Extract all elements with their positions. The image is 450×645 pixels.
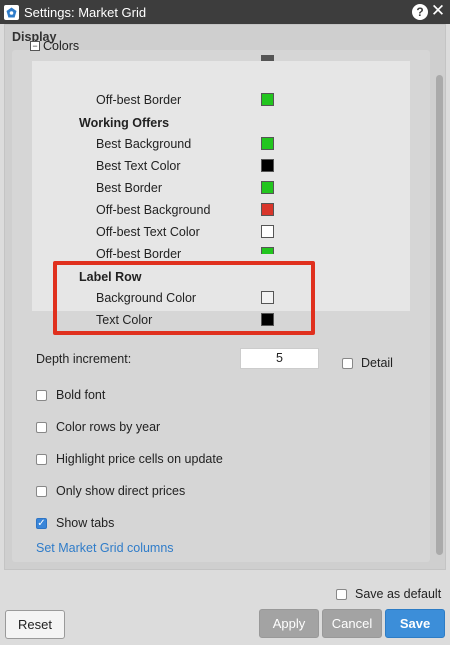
app-logo-icon <box>4 4 19 20</box>
color-row-label: Best Border <box>96 181 163 195</box>
color-row-label: Off-best Background <box>96 203 211 217</box>
color-row-label: Off-best Text Color <box>96 225 200 239</box>
color-rows-label: Color rows by year <box>56 420 161 434</box>
color-swatch[interactable] <box>261 225 274 238</box>
help-icon[interactable]: ? <box>412 4 428 20</box>
save-as-default-checkbox[interactable] <box>336 589 347 600</box>
apply-button[interactable]: Apply <box>259 609 319 638</box>
color-row-label: Best Background <box>96 137 192 151</box>
highlight-cells-label: Highlight price cells on update <box>56 452 223 466</box>
color-row-label: Best Text Color <box>96 159 181 173</box>
color-swatch[interactable] <box>261 181 274 194</box>
colors-group-label: Colors <box>43 39 80 53</box>
label-row-highlight <box>53 261 315 335</box>
scrollbar[interactable] <box>436 75 443 555</box>
bold-font-checkbox[interactable] <box>36 390 47 401</box>
direct-prices-checkbox[interactable] <box>36 486 47 497</box>
color-row-label: Off-best Border <box>96 247 182 261</box>
color-swatch[interactable] <box>261 55 274 61</box>
window-title: Settings: Market Grid <box>24 4 147 20</box>
color-swatch[interactable] <box>261 203 274 216</box>
set-columns-link[interactable]: Set Market Grid columns <box>36 541 174 555</box>
dialog-footer <box>0 570 450 645</box>
colors-group-header[interactable]: − Colors <box>30 39 79 53</box>
detail-checkbox[interactable] <box>342 358 353 369</box>
color-swatch[interactable] <box>261 247 274 254</box>
depth-increment-input[interactable]: 5 <box>240 348 319 369</box>
collapse-icon[interactable]: − <box>30 41 40 51</box>
color-rows-checkbox[interactable] <box>36 422 47 433</box>
highlight-cells-checkbox[interactable] <box>36 454 47 465</box>
detail-label: Detail <box>361 356 393 370</box>
show-tabs-checkbox[interactable]: ✓ <box>36 518 47 529</box>
color-swatch[interactable] <box>261 93 274 106</box>
save-as-default-label: Save as default <box>355 587 442 601</box>
color-row-label: Off-best Border <box>96 93 182 107</box>
bold-font-label: Bold font <box>56 388 106 402</box>
cancel-button[interactable]: Cancel <box>322 609 382 638</box>
color-group-label: Working Offers <box>79 116 170 130</box>
color-swatch[interactable] <box>261 159 274 172</box>
direct-prices-label: Only show direct prices <box>56 484 186 498</box>
color-swatch[interactable] <box>261 137 274 150</box>
save-button[interactable]: Save <box>385 609 445 638</box>
reset-button[interactable]: Reset <box>5 610 65 639</box>
close-icon[interactable]: ✕ <box>430 2 446 20</box>
show-tabs-label: Show tabs <box>56 516 115 530</box>
title-bar: Settings: Market Grid ? ✕ <box>0 0 450 24</box>
depth-increment-label: Depth increment: <box>36 352 132 366</box>
